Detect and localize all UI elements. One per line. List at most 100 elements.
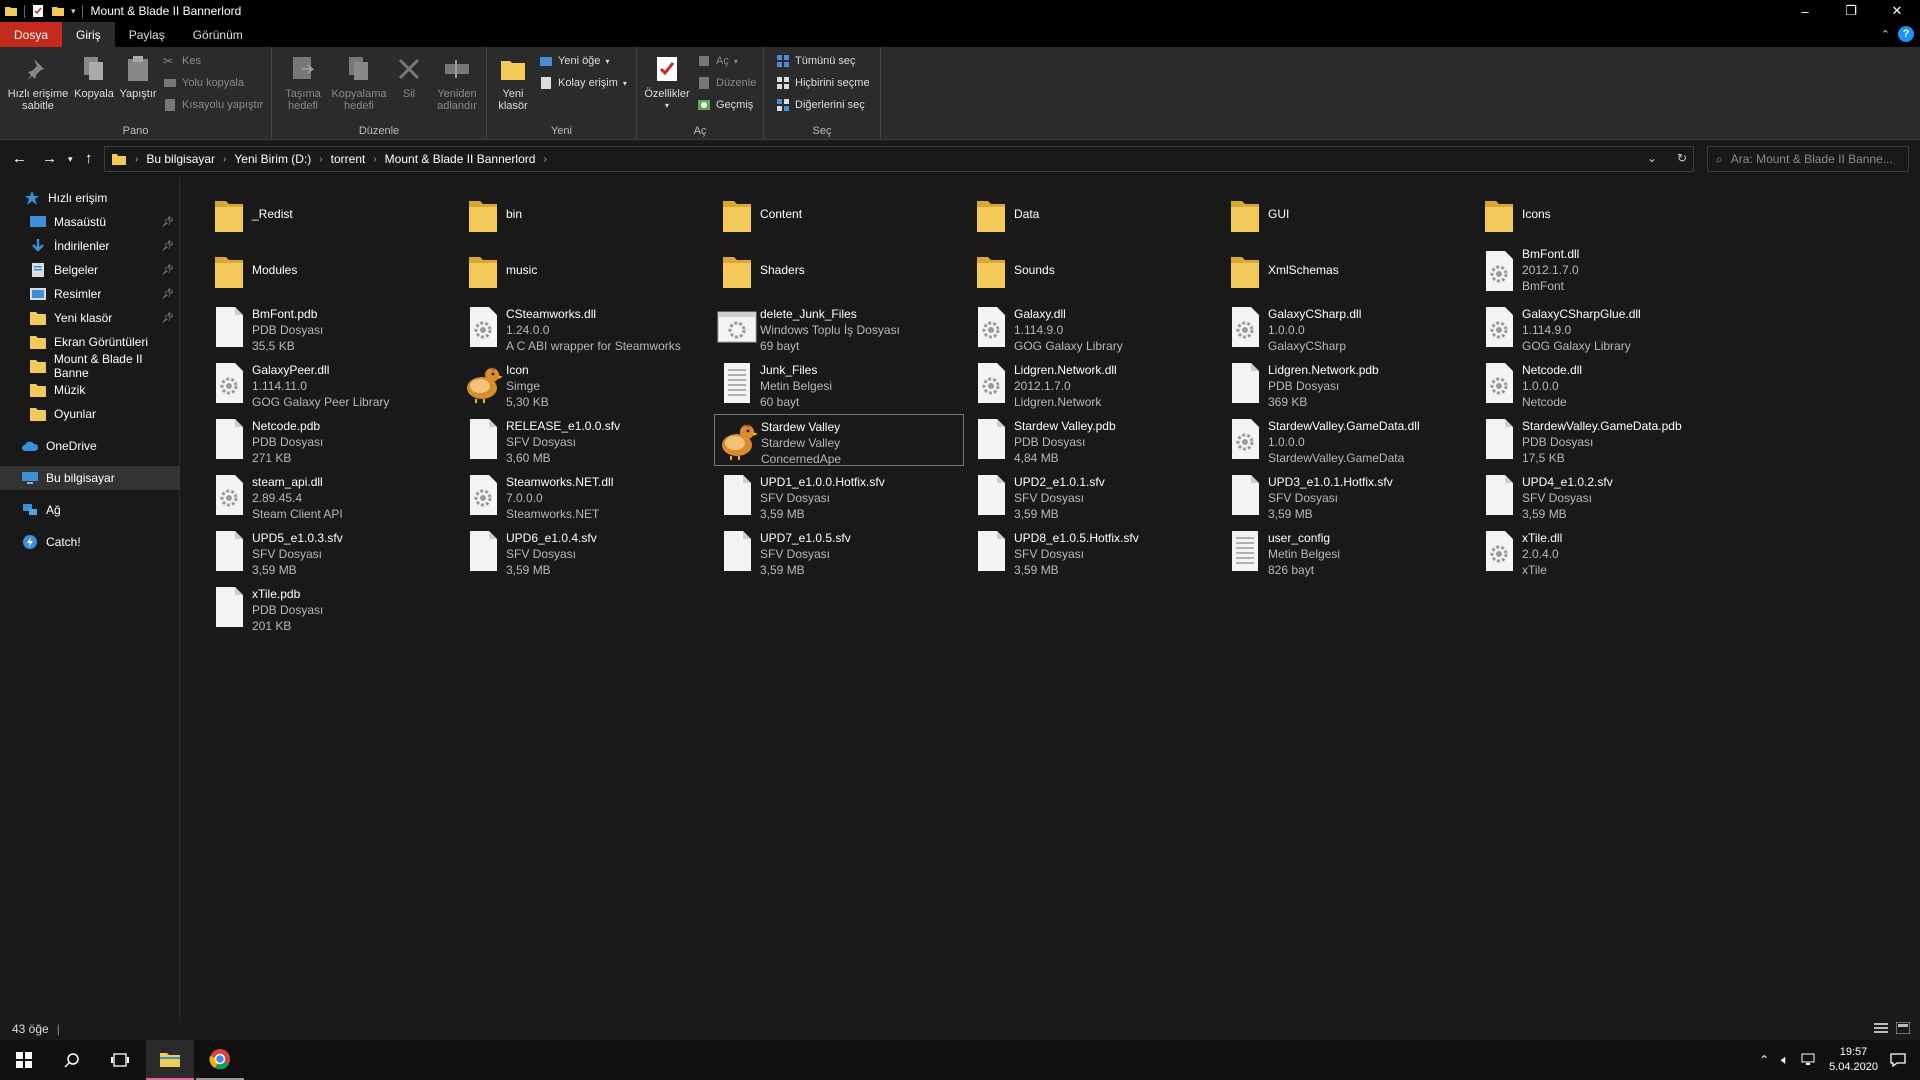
folder-item[interactable]: Data bbox=[968, 190, 1218, 242]
select-all-button[interactable]: Tümünü seç bbox=[776, 52, 856, 70]
new-folder-icon[interactable] bbox=[51, 4, 65, 18]
file-item[interactable]: user_config Metin Belgesi 826 bayt bbox=[1222, 526, 1472, 578]
tab-home[interactable]: Giriş bbox=[62, 22, 115, 47]
file-item[interactable]: steam_api.dll 2.89.45.4 Steam Client API bbox=[206, 470, 456, 522]
move-to-button[interactable]: Taşıma hedefi bbox=[278, 53, 328, 112]
tab-view[interactable]: Görünüm bbox=[179, 22, 257, 47]
select-none-button[interactable]: Hiçbirini seçme bbox=[776, 74, 870, 92]
file-item[interactable]: Netcode.dll 1.0.0.0 Netcode bbox=[1476, 358, 1726, 410]
copy-path-button[interactable]: Yolu kopyala bbox=[163, 74, 244, 92]
large-icons-view-icon[interactable] bbox=[1896, 1022, 1910, 1034]
file-item[interactable]: StardewValley.GameData.pdb PDB Dosyası 17,… bbox=[1476, 414, 1726, 466]
details-view-icon[interactable] bbox=[1874, 1022, 1888, 1034]
chrome-taskbar-button[interactable] bbox=[196, 1040, 244, 1080]
tab-file[interactable]: Dosya bbox=[0, 22, 63, 47]
folder-item[interactable]: Modules bbox=[206, 246, 456, 298]
invert-selection-button[interactable]: Diğerlerini seç bbox=[776, 96, 865, 114]
notification-icon[interactable] bbox=[1890, 1052, 1906, 1068]
new-item-button[interactable]: Yeni öğe ▾ bbox=[539, 52, 609, 70]
tab-share[interactable]: Paylaş bbox=[115, 22, 179, 47]
file-item[interactable]: UPD5_e1.0.3.sfv SFV Dosyası 3,59 MB bbox=[206, 526, 456, 578]
restore-button[interactable]: ❐ bbox=[1828, 0, 1874, 22]
file-item[interactable]: BmFont.dll 2012.1.7.0 BmFont bbox=[1476, 246, 1726, 298]
breadcrumb-torrent[interactable]: torrent bbox=[331, 152, 366, 166]
file-item[interactable]: GalaxyCSharpGlue.dll 1.114.9.0 GOG Galaxy … bbox=[1476, 302, 1726, 354]
file-item[interactable]: xTile.pdb PDB Dosyası 201 KB bbox=[206, 582, 456, 634]
folder-item[interactable]: Sounds bbox=[968, 246, 1218, 298]
file-item[interactable]: Lidgren.Network.pdb PDB Dosyası 369 KB bbox=[1222, 358, 1472, 410]
sidebar-item-onedrive[interactable]: OneDrive bbox=[0, 434, 180, 458]
file-item[interactable]: UPD4_e1.0.2.sfv SFV Dosyası 3,59 MB bbox=[1476, 470, 1726, 522]
file-item[interactable]: BmFont.pdb PDB Dosyası 35,5 KB bbox=[206, 302, 456, 354]
file-item[interactable]: UPD2_e1.0.1.sfv SFV Dosyası 3,59 MB bbox=[968, 470, 1218, 522]
address-bar[interactable]: › Bu bilgisayar › Yeni Birim (D:) › torr… bbox=[104, 146, 1694, 172]
cut-button[interactable]: ✂ Kes bbox=[163, 52, 201, 70]
file-item[interactable]: Stardew Valley.pdb PDB Dosyası 4,84 MB bbox=[968, 414, 1218, 466]
folder-item[interactable]: music bbox=[460, 246, 710, 298]
file-item[interactable]: UPD1_e1.0.0.Hotfix.sfv SFV Dosyası 3,59 MB bbox=[714, 470, 964, 522]
history-button[interactable]: Geçmiş bbox=[697, 96, 753, 114]
file-item[interactable]: Lidgren.Network.dll 2012.1.7.0 Lidgren.Net… bbox=[968, 358, 1218, 410]
easy-access-button[interactable]: Kolay erişim ▾ bbox=[539, 74, 627, 92]
file-item[interactable]: StardewValley.GameData.dll 1.0.0.0 Stardew… bbox=[1222, 414, 1472, 466]
file-item[interactable]: UPD6_e1.0.4.sfv SFV Dosyası 3,59 MB bbox=[460, 526, 710, 578]
file-item[interactable]: RELEASE_e1.0.0.sfv SFV Dosyası 3,60 MB bbox=[460, 414, 710, 466]
breadcrumb-current-folder[interactable]: Mount & Blade II Bannerlord bbox=[385, 152, 536, 166]
sidebar-item-ekran-görüntüleri[interactable]: Ekran Görüntüleri bbox=[0, 330, 180, 354]
file-item[interactable]: GalaxyCSharp.dll 1.0.0.0 GalaxyCSharp bbox=[1222, 302, 1472, 354]
minimize-button[interactable]: – bbox=[1782, 0, 1828, 22]
file-item[interactable]: delete_Junk_Files Windows Toplu İş Dosyas… bbox=[714, 302, 964, 354]
open-button[interactable]: Aç ▾ bbox=[697, 52, 738, 70]
file-item[interactable]: Netcode.pdb PDB Dosyası 271 KB bbox=[206, 414, 456, 466]
file-explorer-taskbar-button[interactable] bbox=[146, 1040, 194, 1080]
folder-item[interactable]: Content bbox=[714, 190, 964, 242]
pin-quick-access-button[interactable]: Hızlı erişime sabitle bbox=[4, 53, 72, 112]
refresh-icon[interactable]: ↻ bbox=[1677, 151, 1687, 165]
search-button[interactable] bbox=[48, 1040, 96, 1080]
file-item[interactable]: Galaxy.dll 1.114.9.0 GOG Galaxy Library bbox=[968, 302, 1218, 354]
sidebar-item-i-ndirilenler[interactable]: İndirilenler 📌︎ bbox=[0, 234, 180, 258]
folder-item[interactable]: Icons bbox=[1476, 190, 1726, 242]
collapse-ribbon-icon[interactable]: ⌃ bbox=[1881, 28, 1890, 41]
sidebar-item-bu-bilgisayar[interactable]: Bu bilgisayar bbox=[0, 466, 180, 490]
properties-icon[interactable] bbox=[31, 4, 45, 18]
breadcrumb-drive[interactable]: Yeni Birim (D:) bbox=[234, 152, 311, 166]
task-view-button[interactable] bbox=[96, 1040, 144, 1080]
sidebar-item-müzik[interactable]: Müzik bbox=[0, 378, 180, 402]
sidebar-item-oyunlar[interactable]: Oyunlar bbox=[0, 402, 180, 426]
properties-button[interactable]: Özellikler ▾ bbox=[641, 53, 693, 112]
network-icon[interactable] bbox=[1801, 1053, 1817, 1067]
file-item[interactable]: Junk_Files Metin Belgesi 60 bayt bbox=[714, 358, 964, 410]
file-item[interactable]: GalaxyPeer.dll 1.114.11.0 GOG Galaxy Peer … bbox=[206, 358, 456, 410]
sidebar-item-catch-[interactable]: Catch! bbox=[0, 530, 180, 554]
start-button[interactable] bbox=[0, 1040, 48, 1080]
file-item[interactable]: xTile.dll 2.0.4.0 xTile bbox=[1476, 526, 1726, 578]
file-item[interactable]: CSteamworks.dll 1.24.0.0 A C ABI wrapper f… bbox=[460, 302, 710, 354]
copy-to-button[interactable]: Kopyalama hedefi bbox=[330, 53, 388, 112]
sidebar-item-masaüstü[interactable]: Masaüstü 📌︎ bbox=[0, 210, 180, 234]
edit-button[interactable]: Düzenle bbox=[697, 74, 756, 92]
folder-item[interactable]: bin bbox=[460, 190, 710, 242]
volume-icon[interactable]: 🔈︎ bbox=[1781, 1052, 1789, 1068]
file-item[interactable]: Stardew Valley Stardew Valley ConcernedApe bbox=[714, 414, 964, 466]
folder-item[interactable]: XmlSchemas bbox=[1222, 246, 1472, 298]
sidebar-item-yeni-klasör[interactable]: Yeni klasör 📌︎ bbox=[0, 306, 180, 330]
file-item[interactable]: Steamworks.NET.dll 7.0.0.0 Steamworks.NET bbox=[460, 470, 710, 522]
qat-dropdown-icon[interactable]: ▾ bbox=[71, 6, 76, 17]
rename-button[interactable]: Yeniden adlandır bbox=[430, 53, 484, 112]
recent-locations-icon[interactable]: ▾ bbox=[68, 154, 73, 165]
sidebar-item-ağ[interactable]: Ağ bbox=[0, 498, 180, 522]
sidebar-item-mount-blade-ii-banne[interactable]: Mount & Blade II Banne bbox=[0, 352, 180, 380]
close-button[interactable]: ✕ bbox=[1874, 0, 1920, 22]
folder-item[interactable]: GUI bbox=[1222, 190, 1472, 242]
address-dropdown-icon[interactable]: ⌄ bbox=[1647, 151, 1657, 165]
paste-shortcut-button[interactable]: Kısayolu yapıştır bbox=[163, 96, 263, 114]
delete-button[interactable]: Sil bbox=[392, 53, 426, 100]
show-hidden-icons-icon[interactable]: ⌃ bbox=[1759, 1053, 1769, 1067]
back-arrow-icon[interactable]: ← bbox=[12, 150, 27, 167]
copy-button[interactable]: Kopyala bbox=[72, 53, 116, 100]
folder-item[interactable]: _Redist bbox=[206, 190, 456, 242]
file-item[interactable]: Icon Simge 5,30 KB bbox=[460, 358, 710, 410]
folder-item[interactable]: Shaders bbox=[714, 246, 964, 298]
clock[interactable]: 19:57 5.04.2020 bbox=[1829, 1045, 1878, 1075]
